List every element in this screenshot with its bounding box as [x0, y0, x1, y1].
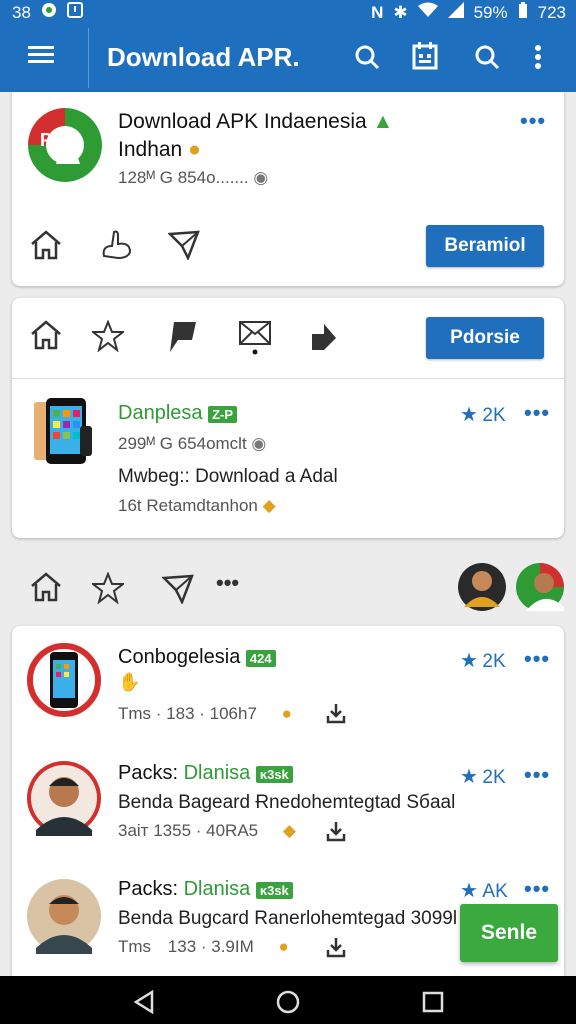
app-thumbnail[interactable]: [34, 396, 94, 473]
list-item-rating: ★ AK: [460, 880, 508, 902]
list-item-name[interactable]: Packs: Dlanisa ĸ3sk: [118, 762, 293, 785]
list-item-badge: ĸ3sk: [255, 882, 293, 899]
featured-action-button[interactable]: Beramiol: [426, 225, 544, 267]
send-icon[interactable]: [161, 574, 194, 609]
pointer-icon[interactable]: [100, 228, 134, 265]
search-icon[interactable]: [354, 44, 380, 75]
avatar[interactable]: [458, 563, 506, 616]
send-icon[interactable]: [167, 230, 200, 265]
app-bar-divider: [88, 28, 89, 88]
rating-star-icon: ★: [460, 650, 478, 672]
nfc-icon: N: [371, 2, 384, 22]
coin-icon: ●: [281, 704, 292, 723]
star-icon[interactable]: [90, 571, 126, 609]
avatar[interactable]: [26, 760, 102, 841]
list-item-name[interactable]: Packs: Dlanisa ĸ3sk: [118, 878, 293, 901]
featured-app-name[interactable]: Download APK Indaenesia ▲: [118, 110, 393, 134]
calendar-icon[interactable]: [412, 42, 438, 75]
share-icon[interactable]: [310, 322, 338, 357]
battery-percent: 59%: [473, 2, 508, 22]
app-list-card: Conbogelesia 424 ✋ ★ 2K ••• Tms · 183 · …: [12, 626, 564, 976]
app-rating: ★ 2K: [460, 404, 506, 426]
list-item-badge: ĸ3sk: [255, 766, 293, 783]
more-options-icon[interactable]: •••: [524, 876, 550, 902]
app-meta: 299ᴹ G 654omclt ◉: [118, 434, 267, 453]
home-icon[interactable]: [30, 320, 62, 355]
vibrate-icon: ✱: [393, 2, 408, 22]
home-icon[interactable]: [30, 230, 62, 265]
list-item-rating: ★ 2K: [460, 766, 506, 788]
app-subtext: 16t Retamdtanhon ◆: [118, 496, 276, 515]
rating-star-icon: ★: [460, 404, 478, 426]
verified-icon: ◉: [251, 434, 267, 453]
coin-icon: ●: [278, 937, 289, 956]
emoji-icon: ●: [188, 138, 201, 161]
status-bar: 38 N ✱ 59% 723: [0, 0, 576, 24]
divider: [12, 378, 564, 379]
hand-icon: ✋: [118, 672, 141, 692]
list-item-meta: 3aiт 1355 · 40RA5 ◆: [118, 821, 296, 840]
list-item-description: Benda Bugcard Ranerlohemtegad 3099l: [118, 908, 458, 929]
status-number: 38: [12, 2, 31, 22]
rating-star-icon: ★: [460, 766, 478, 788]
list-item-description: Benda Bageard Ɍnedohemtegtad Sбaal: [118, 792, 456, 813]
clock: 723: [537, 2, 566, 22]
app-badge: Z-P: [208, 406, 238, 423]
avatar[interactable]: [516, 563, 564, 616]
more-options-icon[interactable]: •••: [524, 762, 550, 788]
wifi-icon: [417, 2, 438, 23]
download-icon[interactable]: [326, 936, 346, 963]
featured-app-card: P Download APK Indaenesia ▲ Indhan ● 128…: [12, 92, 564, 286]
list-item-meta: Tms 133 · 3.9IM ●: [118, 937, 289, 956]
list-item-rating: ★ 2K: [460, 650, 506, 672]
coin-icon: ◆: [262, 496, 276, 515]
avatar[interactable]: [26, 878, 102, 959]
list-item-name[interactable]: Conbogelesia 424: [118, 646, 276, 669]
flag-icon[interactable]: [168, 320, 198, 359]
verified-icon: ◉: [253, 168, 269, 187]
home-icon[interactable]: [30, 572, 62, 607]
download-icon[interactable]: [326, 820, 346, 847]
app-detail-card: Pdorsie Danplesa Z-P ★ 2K ••• 299ᴹ G 654…: [12, 298, 564, 538]
featured-app-meta: 128ᴹ G 854o....... ◉: [118, 168, 269, 187]
message-icon: [66, 2, 83, 23]
signal-icon: [447, 2, 464, 23]
coin-icon: ◆: [282, 821, 296, 840]
more-options-icon[interactable]: •••: [524, 646, 550, 672]
rating-star-icon: ★: [460, 880, 478, 902]
search-icon-2[interactable]: [474, 44, 500, 75]
page-title: Download APR.: [107, 42, 300, 72]
toolbar-action-button[interactable]: Pdorsie: [426, 317, 544, 359]
recents-icon[interactable]: [422, 991, 444, 1018]
floating-action-button[interactable]: Senle: [460, 904, 558, 962]
system-nav-bar: [0, 976, 576, 1024]
app-description: Mwbeg:: Download a Adal: [118, 466, 338, 487]
menu-icon[interactable]: [28, 44, 54, 71]
app-bar: Download APR.: [0, 24, 576, 92]
svg-text:P: P: [40, 130, 52, 150]
star-icon[interactable]: [90, 319, 126, 357]
mail-icon[interactable]: [238, 320, 272, 361]
app-logo[interactable]: P: [26, 106, 104, 189]
android-icon: ▲: [372, 110, 394, 133]
back-icon[interactable]: [132, 989, 156, 1019]
home-button-icon[interactable]: [276, 990, 300, 1019]
more-horizontal-icon[interactable]: •••: [216, 570, 239, 596]
list-item-meta: Tms · 183 · 106h7 ●: [118, 704, 292, 723]
overflow-menu-icon[interactable]: [534, 44, 542, 75]
featured-app-name-line2: Indhan ●: [118, 138, 201, 161]
list-item-badge: 424: [245, 650, 276, 667]
download-icon[interactable]: [326, 702, 346, 729]
more-options-icon[interactable]: •••: [520, 108, 546, 134]
more-options-icon[interactable]: •••: [524, 400, 550, 426]
app-name[interactable]: Danplesa Z-P: [118, 402, 238, 425]
notification-icon: [41, 2, 57, 23]
battery-icon: [518, 2, 528, 23]
app-icon[interactable]: [26, 642, 102, 723]
